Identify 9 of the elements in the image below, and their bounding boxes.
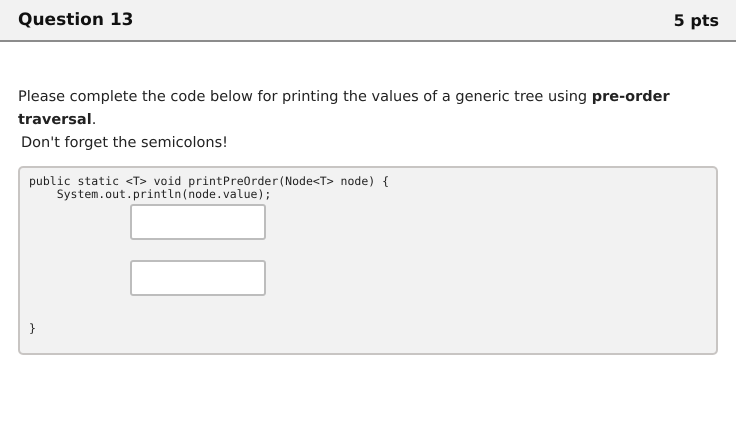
code-line: System.out.println(node.value); — [56, 188, 272, 201]
answer-field[interactable] — [130, 260, 266, 296]
question-note: Don't forget the semicolons! — [21, 134, 229, 153]
question-prompt: Please complete the code below for printing the values of a generic tree using pre-order traversal. — [18, 88, 671, 130]
code-line: } — [29, 322, 36, 335]
question-points: 5 pts — [674, 10, 719, 30]
answer-field[interactable] — [130, 204, 266, 240]
question-title: Question 13 — [18, 10, 134, 30]
code-line: public static <T> void printPreOrder(Node<T> node) { — [29, 175, 390, 188]
